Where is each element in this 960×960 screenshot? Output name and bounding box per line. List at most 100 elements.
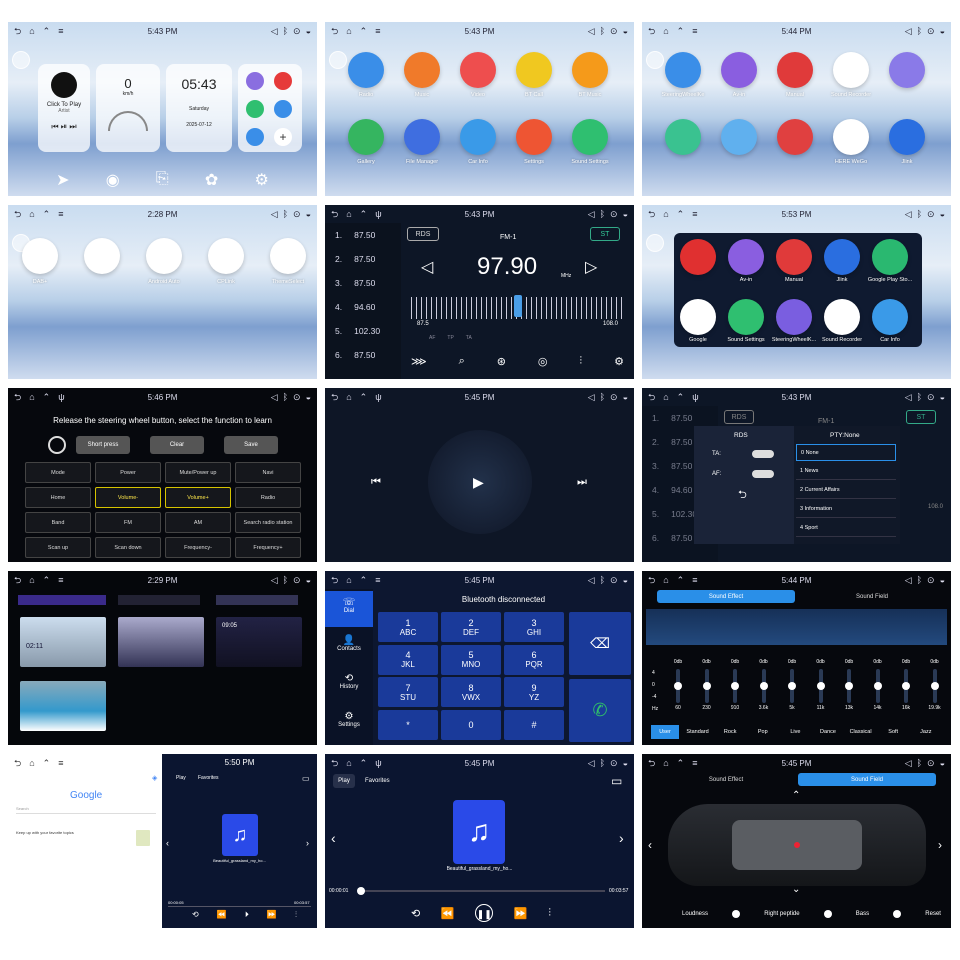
pty-item[interactable]: 0 None (796, 444, 896, 461)
call-button[interactable]: ✆ (569, 679, 631, 742)
tuning-needle[interactable] (514, 295, 522, 317)
eq-slider[interactable] (845, 669, 853, 703)
chevron-up-icon[interactable]: ⌃ (677, 758, 685, 768)
home-icon[interactable]: ⌂ (29, 758, 34, 768)
eq-preset[interactable]: Rock (716, 725, 744, 739)
back-icon[interactable]: ⮌ (331, 26, 338, 36)
home-icon[interactable]: ⌂ (663, 209, 668, 219)
repeat-icon[interactable]: ⟲ (411, 907, 420, 920)
home-icon[interactable]: ⌂ (346, 209, 351, 219)
app-icon[interactable] (680, 239, 716, 275)
function-button[interactable]: Volume+ (165, 487, 231, 508)
folder-icon[interactable]: ▭ (611, 774, 622, 788)
app-icon[interactable] (404, 52, 440, 88)
home-icon[interactable]: ⌂ (663, 392, 668, 402)
tab-sound-field[interactable]: Sound Field (802, 590, 942, 603)
app-icon[interactable] (460, 52, 496, 88)
chevron-up-icon[interactable]: ⌃ (360, 209, 368, 219)
home-icon[interactable]: ⌂ (29, 26, 34, 36)
function-button[interactable]: Band (25, 512, 91, 533)
eq-knob[interactable] (674, 682, 682, 690)
app-icon[interactable] (776, 239, 812, 275)
eq-knob[interactable] (845, 682, 853, 690)
app-icon[interactable] (728, 299, 764, 335)
app-icon[interactable] (460, 119, 496, 155)
home-icon[interactable]: ⌂ (29, 209, 34, 219)
signal-icon[interactable]: ⋙ (411, 355, 427, 368)
chevron-up-icon[interactable]: ⌃ (360, 575, 368, 585)
record-icon[interactable] (274, 72, 292, 90)
previous-icon[interactable]: ⏮ (371, 476, 381, 489)
home-icon[interactable]: ⌂ (663, 758, 668, 768)
home-icon[interactable]: ⌂ (346, 26, 351, 36)
eq-slider[interactable] (731, 669, 739, 703)
menu-icon[interactable]: ≡ (692, 209, 697, 219)
home-icon[interactable]: ⌂ (346, 392, 351, 402)
equalizer-icon[interactable]: ⫶ (548, 907, 551, 920)
function-button[interactable]: Frequency+ (235, 537, 301, 558)
chevron-up-icon[interactable]: ⌃ (360, 758, 368, 768)
back-icon[interactable]: ⮌ (648, 392, 655, 402)
tab-play[interactable]: Play (176, 775, 186, 781)
app-icon[interactable] (516, 119, 552, 155)
progress-bar[interactable] (168, 906, 311, 907)
back-icon[interactable]: ⮌ (331, 392, 338, 402)
chevron-up-icon[interactable]: ⌃ (677, 26, 685, 36)
preset-item[interactable]: 6. 87.50 (325, 343, 401, 367)
chevron-up-icon[interactable]: ⌃ (43, 26, 51, 36)
app-icon[interactable] (777, 52, 813, 88)
app-icon[interactable] (833, 119, 869, 155)
google-search-box[interactable]: Search (16, 806, 156, 814)
dial-key[interactable]: * (378, 709, 438, 740)
function-button[interactable]: Search radio station (235, 512, 301, 533)
dial-key[interactable]: 1 ABC (378, 612, 438, 642)
tab-sound-effect[interactable]: Sound Effect (657, 590, 795, 603)
menu-icon[interactable]: ≡ (58, 26, 63, 36)
back-icon[interactable]: ⮌ (14, 392, 21, 402)
menu-icon[interactable]: ≡ (692, 26, 697, 36)
eq-slider[interactable] (702, 669, 711, 703)
floating-button[interactable] (646, 234, 664, 252)
chevron-up-icon[interactable]: ⌃ (792, 790, 800, 801)
eq-slider[interactable] (788, 669, 796, 703)
pty-item[interactable]: 2 Current Affairs (796, 482, 896, 499)
eq-knob[interactable] (702, 682, 711, 690)
rds-button[interactable]: RDS (407, 227, 439, 241)
dial-key[interactable]: 0 (441, 709, 501, 740)
tab-favorites[interactable]: Favorites (198, 775, 219, 781)
app-icon[interactable] (680, 299, 716, 335)
tab-sound-field[interactable]: Sound Field (798, 773, 936, 786)
dial-key[interactable]: 3 GHI (504, 612, 564, 642)
rewind-icon[interactable]: ⏪ (217, 910, 227, 920)
home-icon[interactable]: ⌂ (29, 392, 34, 402)
sound-icon[interactable] (246, 100, 264, 118)
car-icon[interactable] (274, 100, 292, 118)
chevron-up-icon[interactable]: ⌃ (677, 392, 685, 402)
chevron-up-icon[interactable]: ⌃ (43, 392, 51, 402)
chevron-up-icon[interactable]: ⌃ (677, 575, 685, 585)
function-button[interactable]: Scan up (25, 537, 91, 558)
eq-knob[interactable] (759, 682, 768, 690)
menu-icon[interactable]: ≡ (692, 575, 697, 585)
home-icon[interactable]: ⌂ (663, 575, 668, 585)
app-icon[interactable] (572, 52, 608, 88)
back-icon[interactable]: ⮌ (648, 26, 655, 36)
chevron-up-icon[interactable]: ⌃ (43, 758, 51, 768)
home-icon[interactable]: ⌂ (346, 758, 351, 768)
app-icon[interactable] (208, 238, 244, 274)
menu-icon[interactable]: ≡ (58, 758, 63, 768)
recent-thumb[interactable]: 02:11 (20, 617, 106, 667)
eq-preset[interactable]: Classical (847, 725, 875, 739)
app-icon[interactable] (22, 238, 58, 274)
eq-preset[interactable]: User (651, 725, 679, 739)
save-button[interactable]: Save (224, 436, 278, 454)
preset-item[interactable]: 3. 87.50 (325, 271, 401, 295)
app-icon[interactable] (872, 239, 908, 275)
recent-thumb[interactable]: 09:05 (216, 617, 302, 667)
dial-key[interactable]: 5 MNO (441, 644, 501, 675)
theme-icon[interactable] (246, 72, 264, 90)
recent-thumb-strip[interactable] (118, 595, 200, 605)
eq-slider[interactable] (902, 669, 910, 703)
loudness-toggle[interactable] (732, 910, 741, 918)
function-button[interactable]: AM (165, 512, 231, 533)
